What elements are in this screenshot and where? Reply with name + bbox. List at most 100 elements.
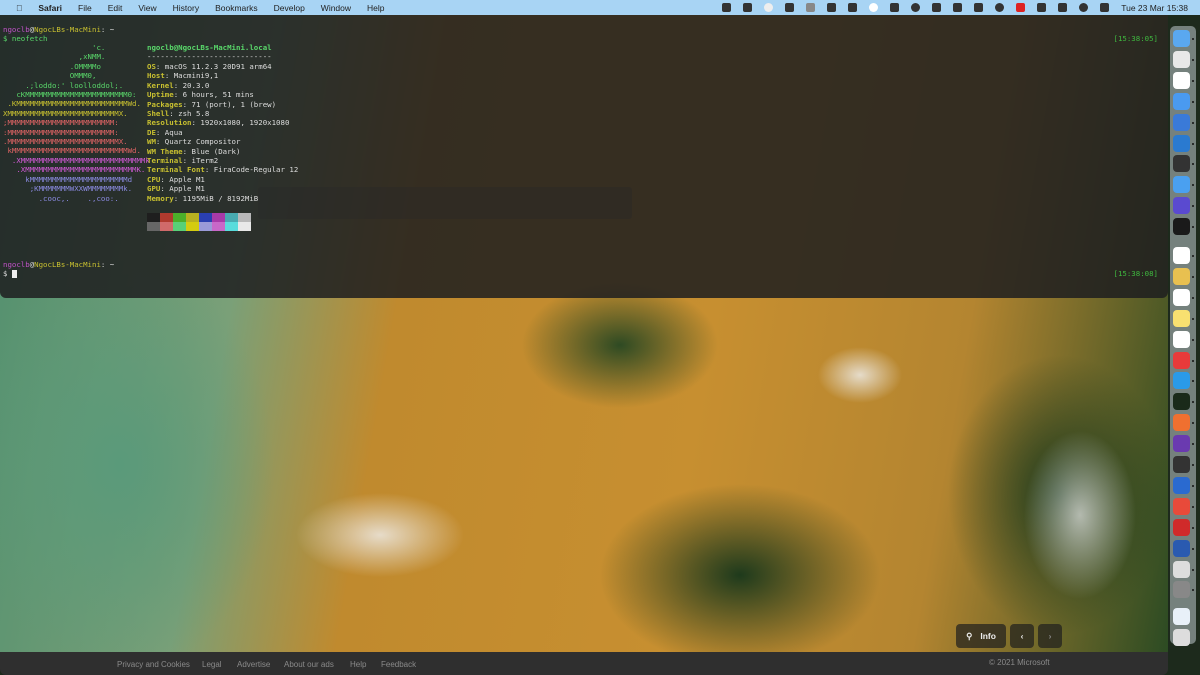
dock-wave-icon[interactable] <box>1173 288 1190 306</box>
status-icon[interactable] <box>869 3 879 12</box>
dock-zalo-icon[interactable] <box>1173 247 1190 264</box>
timestamp: [15:38:08] <box>1113 269 1159 278</box>
dock-lastpass-icon[interactable] <box>1173 518 1190 536</box>
dock-finder-icon[interactable] <box>1173 30 1190 47</box>
status-icon[interactable] <box>974 3 984 12</box>
dock-safari-icon[interactable] <box>1173 176 1190 194</box>
info-value: : 1920x1080, 1920x1080 <box>191 118 290 128</box>
status-icon[interactable] <box>953 3 963 12</box>
control-center-icon[interactable] <box>1100 3 1110 12</box>
flag-icon[interactable] <box>1016 3 1026 12</box>
running-indicator <box>1192 422 1194 425</box>
status-icon[interactable] <box>722 3 732 12</box>
apple-ascii-logo: 'c. ,xNMM. .OMMMMo OMMM0, .;loddo:' lool… <box>3 43 150 203</box>
dock-launchpad-icon[interactable] <box>1173 50 1190 68</box>
dock-chrome-icon[interactable] <box>1173 330 1190 348</box>
dock-sourcetree-icon[interactable] <box>1173 476 1190 494</box>
footer-link-about-ads[interactable]: About our ads <box>284 660 334 669</box>
logo-line: .KMMMMMMMMMMMMMMMMMMMMMMMMMWd. <box>3 99 141 109</box>
menu-bar:  Safari File Edit View History Bookmark… <box>0 0 1200 15</box>
menu-edit[interactable]: Edit <box>108 3 123 13</box>
next-image-button[interactable]: › <box>1038 624 1062 648</box>
running-indicator <box>1192 443 1194 446</box>
play-icon[interactable] <box>995 3 1005 12</box>
wifi-icon[interactable] <box>1037 3 1047 12</box>
info-key: WM Theme <box>147 146 183 156</box>
window-icon[interactable] <box>1058 3 1068 12</box>
dock-documents-icon[interactable] <box>1173 608 1190 626</box>
running-indicator <box>1192 589 1194 592</box>
info-value: : Aqua <box>155 127 183 137</box>
logo-line: :MMMMMMMMMMMMMMMMMMMMMMMM: <box>3 127 119 137</box>
status-icon[interactable] <box>806 3 816 12</box>
logo-line: ;KMMMMMMMWXXWMMMMMMMMk. <box>3 184 133 194</box>
info-row: DE: Aqua <box>147 128 298 137</box>
dock-vscode-icon[interactable] <box>1173 134 1190 152</box>
dock-fork-icon[interactable] <box>1173 497 1190 515</box>
dock-trash-icon[interactable] <box>1173 629 1190 647</box>
status-icon[interactable] <box>827 3 837 12</box>
info-button[interactable]: ⚲ Info <box>956 624 1006 648</box>
dock-anydesk-icon[interactable] <box>1173 351 1190 369</box>
terminal-window[interactable]: ngoclb@NgocLBs-MacMini: ~ $ neofetch [15… <box>0 15 1168 298</box>
menu-bookmarks[interactable]: Bookmarks <box>215 3 258 13</box>
chevron-right-icon: › <box>1048 631 1052 641</box>
menu-develop[interactable]: Develop <box>274 3 305 13</box>
status-icon[interactable] <box>785 3 795 12</box>
status-icon[interactable] <box>764 3 774 12</box>
running-indicator <box>1192 38 1194 40</box>
dock-word-icon[interactable] <box>1173 539 1190 557</box>
menu-view[interactable]: View <box>138 3 156 13</box>
color-swatch <box>173 213 186 222</box>
dock-calendar-icon[interactable] <box>1173 71 1190 89</box>
dock-xcode-icon[interactable] <box>1173 113 1190 131</box>
running-indicator <box>1192 58 1194 61</box>
apple-icon[interactable]:  <box>16 3 22 13</box>
menu-history[interactable]: History <box>173 3 199 13</box>
dock-sequel-icon[interactable] <box>1173 267 1190 285</box>
dock-iterm-icon[interactable] <box>1173 393 1190 411</box>
dock-skype-icon[interactable] <box>1173 372 1190 390</box>
menu-help[interactable]: Help <box>367 3 384 13</box>
dock-disk-utility-icon[interactable] <box>1173 560 1190 578</box>
search-icon[interactable] <box>1079 3 1089 12</box>
dock-postman-icon[interactable] <box>1173 414 1190 432</box>
info-row: Terminal Font: FiraCode-Regular 12 <box>147 165 298 174</box>
info-row: CPU: Apple M1 <box>147 175 298 184</box>
dock-mail-icon[interactable] <box>1173 92 1190 110</box>
color-swatch <box>212 222 225 231</box>
footer-link-feedback[interactable]: Feedback <box>381 660 416 669</box>
dock-terminal-icon[interactable] <box>1173 218 1190 236</box>
status-icon[interactable] <box>932 3 942 12</box>
menu-app-name[interactable]: Safari <box>38 3 62 13</box>
dock-github-icon[interactable] <box>1173 435 1190 453</box>
previous-image-button[interactable]: ‹ <box>1010 624 1034 648</box>
dock-notes-icon[interactable] <box>1173 309 1190 327</box>
menu-file[interactable]: File <box>78 3 92 13</box>
menu-window[interactable]: Window <box>321 3 351 13</box>
dock-notes-app-icon[interactable] <box>1173 197 1190 215</box>
status-icon[interactable] <box>911 3 921 12</box>
dock-tableplus-icon[interactable] <box>1173 456 1190 473</box>
info-value: : Apple M1 <box>160 184 205 194</box>
footer-link-legal[interactable]: Legal <box>202 660 222 669</box>
logo-line: ,xNMM. <box>3 52 106 62</box>
info-value: : 20.3.0 <box>173 80 210 90</box>
dock-preferences-icon[interactable] <box>1173 581 1190 599</box>
cloud-icon[interactable] <box>848 3 858 12</box>
clock[interactable]: Tue 23 Mar 15:38 <box>1121 3 1188 13</box>
logo-line: .cooc,. .,coo:. <box>3 193 119 203</box>
dock-sublime-icon[interactable] <box>1173 155 1190 173</box>
input-line[interactable]: $ <box>3 269 17 278</box>
info-key: Terminal Font <box>147 165 205 175</box>
running-indicator <box>1192 359 1194 362</box>
logo-line: .XMMMMMMMMMMMMMMMMMMMMMMMMMMMMk <box>3 155 150 165</box>
status-icon[interactable] <box>743 3 753 12</box>
info-row: Uptime: 6 hours, 51 mins <box>147 90 298 99</box>
shield-icon[interactable] <box>890 3 900 12</box>
footer-link-privacy[interactable]: Privacy and Cookies <box>117 660 190 669</box>
footer-link-help[interactable]: Help <box>350 660 366 669</box>
running-indicator <box>1192 255 1194 257</box>
footer-link-advertise[interactable]: Advertise <box>237 660 270 669</box>
info-value: : Apple M1 <box>160 174 205 184</box>
